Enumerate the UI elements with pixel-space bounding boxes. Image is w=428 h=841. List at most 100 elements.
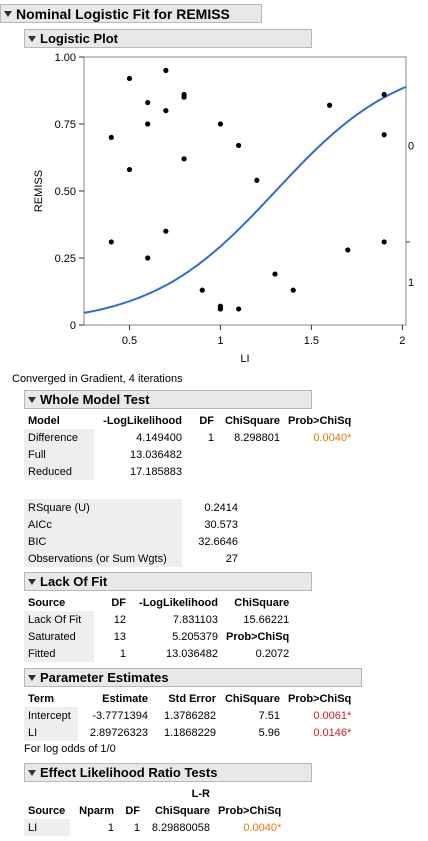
column-header: Term (28, 692, 55, 705)
column-header: Model (28, 414, 60, 427)
table-cell: 1.1868229 (164, 726, 216, 739)
table-cell: 1.3786282 (164, 709, 216, 722)
table-row: Intercept -3.7771394 1.3786282 7.51 0.00… (24, 707, 355, 724)
disclosure-triangle-icon[interactable] (28, 674, 36, 681)
lack-of-fit-table: Source DF -LogLikelihood ChiSquare Lack … (24, 594, 293, 662)
p-value-cell: 0.0146* (313, 726, 352, 739)
whole-model-table: Model -LogLikelihood DF ChiSquare Prob>C… (24, 412, 355, 480)
table-cell: 7.831103 (172, 613, 218, 626)
parameter-estimates-title: Parameter Estimates (40, 670, 169, 685)
effect-lr-tests-header[interactable]: Effect Likelihood Ratio Tests (24, 763, 312, 782)
row-label: BIC (24, 533, 182, 550)
data-point (236, 142, 242, 149)
table-cell: 32.6646 (198, 535, 238, 548)
data-point (290, 287, 296, 293)
table-row: Lack Of Fit 12 7.831103 15.66221 (24, 611, 293, 628)
logistic-plot-title: Logistic Plot (40, 31, 118, 46)
table-cell: -3.7771394 (92, 709, 148, 722)
table-cell: 1 (107, 821, 114, 834)
table-cell: 1 (119, 647, 126, 660)
data-point (254, 177, 260, 183)
row-label: Saturated (24, 628, 94, 645)
table-cell: 5.205379 (172, 630, 218, 643)
table-cell: 17.185883 (130, 465, 182, 478)
table-row: LI 1 1 8.29880058 0.0040* (24, 819, 285, 836)
table-cell: 1 (133, 821, 140, 834)
lack-of-fit-header[interactable]: Lack Of Fit (24, 572, 312, 591)
disclosure-triangle-icon[interactable] (28, 578, 36, 585)
table-cell: 7.51 (258, 709, 280, 722)
convergence-note: Converged in Gradient, 4 iterations (12, 373, 183, 385)
y-tick-label: 0.75 (55, 119, 76, 131)
data-point (236, 306, 242, 312)
table-cell (218, 446, 284, 463)
row-label: Reduced (24, 463, 94, 480)
table-cell (186, 463, 218, 480)
column-header: Prob>ChiSq (218, 804, 282, 817)
row-label: Fitted (24, 645, 94, 662)
logistic-plot-header[interactable]: Logistic Plot (24, 29, 312, 48)
data-point (145, 99, 151, 106)
row-label: Difference (24, 429, 94, 446)
table-cell: 4.149400 (136, 431, 182, 444)
column-header: -LogLikelihood (103, 414, 182, 427)
data-point (108, 239, 114, 245)
effect-lr-tests-title: Effect Likelihood Ratio Tests (40, 765, 218, 780)
column-header: DF (111, 596, 126, 609)
row-label: AICc (24, 516, 182, 533)
table-cell: 0.2414 (204, 501, 238, 514)
column-header: ChiSquare (224, 414, 280, 427)
table-cell: 8.29880058 (151, 821, 210, 834)
table-cell: 2.89726323 (89, 726, 148, 739)
column-header: Nparm (79, 804, 114, 817)
table-cell (218, 463, 284, 480)
column-header: ChiSquare (154, 804, 210, 817)
table-cell: 13.036482 (166, 647, 218, 660)
table-row: Full 13.036482 (24, 446, 355, 463)
x-tick-label: 1.5 (304, 335, 319, 347)
plot-frame (83, 56, 407, 326)
data-point (217, 121, 224, 127)
table-row: Reduced 17.185883 (24, 463, 355, 480)
table-cell: 8.298801 (234, 431, 280, 444)
table-cell: 0.2072 (255, 647, 290, 660)
table-cell (186, 446, 218, 463)
row-label: Observations (or Sum Wgts) (24, 550, 182, 567)
data-point (145, 255, 151, 261)
logistic-plot[interactable]: 0 0.25 0.50 0.75 1.00 0.5 1 1.5 2 LI REMISS 0 1 (0, 50, 428, 390)
column-header: Source (28, 596, 66, 609)
table-row: BIC 32.6646 (24, 533, 242, 550)
y-tick-label: 1.00 (55, 52, 76, 64)
y-tick-label: 0.50 (55, 186, 76, 198)
report-title: Nominal Logistic Fit for REMISS (16, 5, 230, 22)
disclosure-triangle-icon[interactable] (28, 35, 36, 42)
log-odds-note: For log odds of 1/0 (24, 743, 116, 755)
row-label: Full (24, 446, 94, 463)
row-label: Intercept (24, 707, 78, 724)
x-axis-label: LI (240, 353, 249, 365)
data-point (199, 287, 205, 293)
disclosure-triangle-icon[interactable] (28, 396, 36, 403)
y-tick-label: 0 (70, 320, 76, 332)
table-cell: 13 (113, 630, 126, 643)
effect-lr-tests-table: L-R Source Nparm DF ChiSquare Prob>ChiSq… (24, 785, 285, 836)
response-level-label: 0 (408, 140, 414, 152)
table-row: Fitted 1 13.036482 0.2072 (24, 645, 293, 662)
x-tick-label: 1 (217, 335, 223, 347)
data-point (181, 94, 187, 100)
p-value-cell: 0.0040* (243, 821, 282, 834)
disclosure-triangle-icon[interactable] (4, 10, 12, 17)
column-header: Estimate (102, 692, 148, 705)
disclosure-triangle-icon[interactable] (28, 769, 36, 776)
whole-model-test-header[interactable]: Whole Model Test (24, 390, 312, 409)
lack-of-fit-title: Lack Of Fit (40, 574, 108, 589)
data-point (272, 271, 278, 277)
report-title-header[interactable]: Nominal Logistic Fit for REMISS (0, 4, 262, 23)
table-cell (284, 463, 355, 480)
data-point (345, 247, 351, 253)
column-header: Prob>ChiSq (226, 630, 290, 643)
data-point (145, 121, 151, 127)
parameter-estimates-header[interactable]: Parameter Estimates (24, 668, 362, 687)
column-header: ChiSquare (234, 596, 290, 609)
column-header: Std Error (168, 692, 216, 705)
